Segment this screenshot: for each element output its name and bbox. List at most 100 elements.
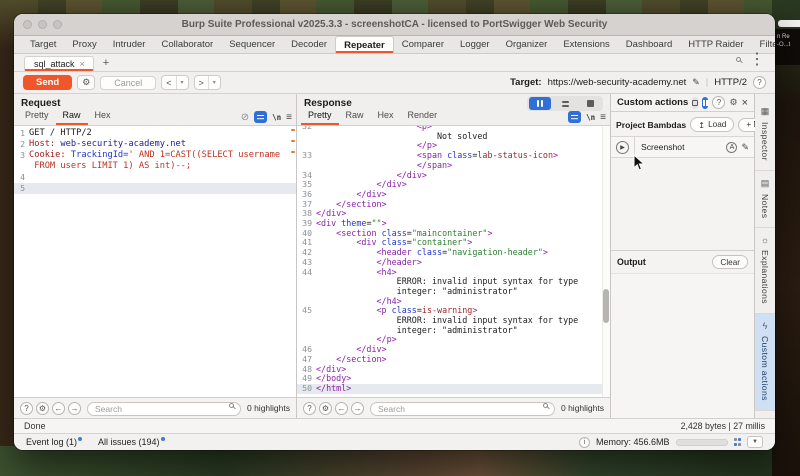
protocol-label: HTTP/2 [714,77,747,88]
chevron-down-icon[interactable]: ▼ [747,436,763,448]
code-line[interactable]: 4 [14,172,296,183]
sidebar-tab-custom-actions[interactable]: ϟCustom actions [755,314,775,411]
request-tab-hex[interactable]: Hex [88,108,118,125]
highlight-style-icon[interactable] [568,111,581,123]
sidebar-tab-notes[interactable]: ▤Notes [755,171,775,228]
previous-match-icon[interactable]: ← [52,402,65,415]
list-layout-icon[interactable] [692,97,698,109]
highlight-style-icon[interactable] [254,111,267,123]
line-number: 44 [297,268,316,278]
session-tab-sql-attack[interactable]: sql_attack × [24,56,94,71]
editor-menu-icon[interactable]: ≡ [286,112,292,123]
menu-item-sequencer[interactable]: Sequencer [221,36,283,53]
send-button[interactable]: Send [23,75,72,90]
auto-run-icon[interactable]: A [726,142,737,153]
response-tab-raw[interactable]: Raw [339,108,371,125]
request-tab-raw[interactable]: Raw [56,108,88,125]
load-button[interactable]: ↥ Load [690,117,734,132]
history-back-group: < ▾ [161,75,188,90]
scrollbar-thumb[interactable] [603,289,609,323]
forward-dropdown-icon[interactable]: ▾ [208,76,220,89]
line-number: 5 [14,183,29,194]
search-help-icon[interactable]: ? [20,402,33,415]
code-line[interactable]: 1GET / HTTP/2 [14,128,296,139]
menu-item-proxy[interactable]: Proxy [64,36,104,53]
code-line[interactable]: 5 [14,183,296,194]
done-status: Done [24,421,46,431]
linebreak-toggle-icon[interactable]: \n [586,113,595,122]
code-line[interactable]: FROM users LIMIT 1) AS int)--; [14,161,296,172]
close-tab-icon[interactable]: × [80,59,85,69]
response-tab-hex[interactable]: Hex [371,108,401,125]
response-editor[interactable]: 32 <p> Not solved </p>33 <span class=lab… [297,126,610,397]
search-help-icon[interactable]: ? [303,402,316,415]
code-line[interactable]: 3Cookie: TrackingId=' AND 1=CAST((SELECT… [14,150,296,161]
menu-item-comparer[interactable]: Comparer [394,36,452,53]
protocol-help-icon[interactable]: ? [753,76,766,89]
send-settings-button[interactable]: ⚙ [77,75,95,90]
menu-item-target[interactable]: Target [22,36,64,53]
next-match-icon[interactable]: → [68,402,81,415]
cancel-button[interactable]: Cancel [100,76,156,90]
code-text: FROM users LIMIT 1) AS int)--; [29,161,191,172]
bambda-list-section: Project Bambdas ↥ Load + New ▶ Screensho… [611,112,754,250]
response-tab-pretty[interactable]: Pretty [301,108,339,125]
back-button[interactable]: < [162,76,175,89]
play-icon[interactable]: ▶ [616,141,629,154]
gear-icon[interactable]: ⚙ [729,97,737,108]
scroll-marker [291,129,295,131]
previous-match-icon[interactable]: ← [335,402,348,415]
menu-item-intruder[interactable]: Intruder [105,36,154,53]
edit-target-icon[interactable]: ✎ [692,77,700,88]
back-dropdown-icon[interactable]: ▾ [176,76,188,89]
add-tab-button[interactable]: + [103,57,109,71]
event-log-button[interactable]: Event log (1) [26,437,82,447]
single-layout-icon[interactable] [579,97,601,110]
edit-bambda-icon[interactable]: ✎ [741,142,749,153]
code-line[interactable]: 2Host: web-security-academy.net [14,139,296,150]
tab-overflow-icon[interactable]: ⋮ [749,49,765,69]
menu-item-dashboard[interactable]: Dashboard [618,36,680,53]
editor-menu-icon[interactable]: ≡ [600,112,606,123]
request-tab-pretty[interactable]: Pretty [18,108,56,125]
line-number: 45 [297,306,316,316]
menu-item-decoder[interactable]: Decoder [283,36,335,53]
request-highlight-count: 0 highlights [247,403,290,413]
nonprintable-toggle-icon[interactable]: ⊘ [241,112,249,123]
response-tab-render[interactable]: Render [401,108,445,125]
line-number [14,161,29,172]
rows-layout-icon[interactable] [554,97,576,110]
tab-search-icon[interactable] [736,57,741,62]
menu-item-repeater[interactable]: Repeater [335,36,394,53]
columns-layout-icon[interactable] [529,97,551,110]
split-layout-icon[interactable] [702,97,708,109]
target-value: https://web-security-academy.net [548,77,687,88]
help-icon[interactable]: ? [712,96,725,109]
bambda-row-screenshot[interactable]: ▶ Screenshot A ✎ [611,136,754,158]
response-search-input[interactable] [370,402,555,416]
linebreak-toggle-icon[interactable]: \n [272,113,281,122]
request-editor[interactable]: 1GET / HTTP/22Host: web-security-academy… [14,126,296,397]
sidebar-tab-inspector[interactable]: ▦Inspector [755,99,775,171]
window-title: Burp Suite Professional v2025.3.3 - scre… [14,19,775,30]
all-issues-button[interactable]: All issues (194) [98,437,165,447]
menu-item-extensions[interactable]: Extensions [555,36,617,53]
explanations-icon: ☼ [761,235,769,245]
custom-actions-icon: ϟ [763,321,768,331]
response-scrollbar[interactable] [602,126,610,397]
menu-item-logger[interactable]: Logger [452,36,498,53]
search-settings-icon[interactable]: ⚙ [319,402,332,415]
line-number: 4 [14,172,29,183]
menu-item-organizer[interactable]: Organizer [498,36,556,53]
clear-button[interactable]: Clear [712,255,748,269]
menu-item-collaborator[interactable]: Collaborator [153,36,221,53]
code-line[interactable]: 50</html> [297,384,610,394]
sidebar-tab-explanations[interactable]: ☼Explanations [755,228,775,314]
code-text: GET / HTTP/2 [29,128,92,139]
sidebar-tab-label: Inspector [760,122,770,161]
next-match-icon[interactable]: → [351,402,364,415]
forward-button[interactable]: > [195,76,208,89]
search-settings-icon[interactable]: ⚙ [36,402,49,415]
request-search-input[interactable] [87,402,241,416]
close-icon[interactable]: × [742,97,748,109]
